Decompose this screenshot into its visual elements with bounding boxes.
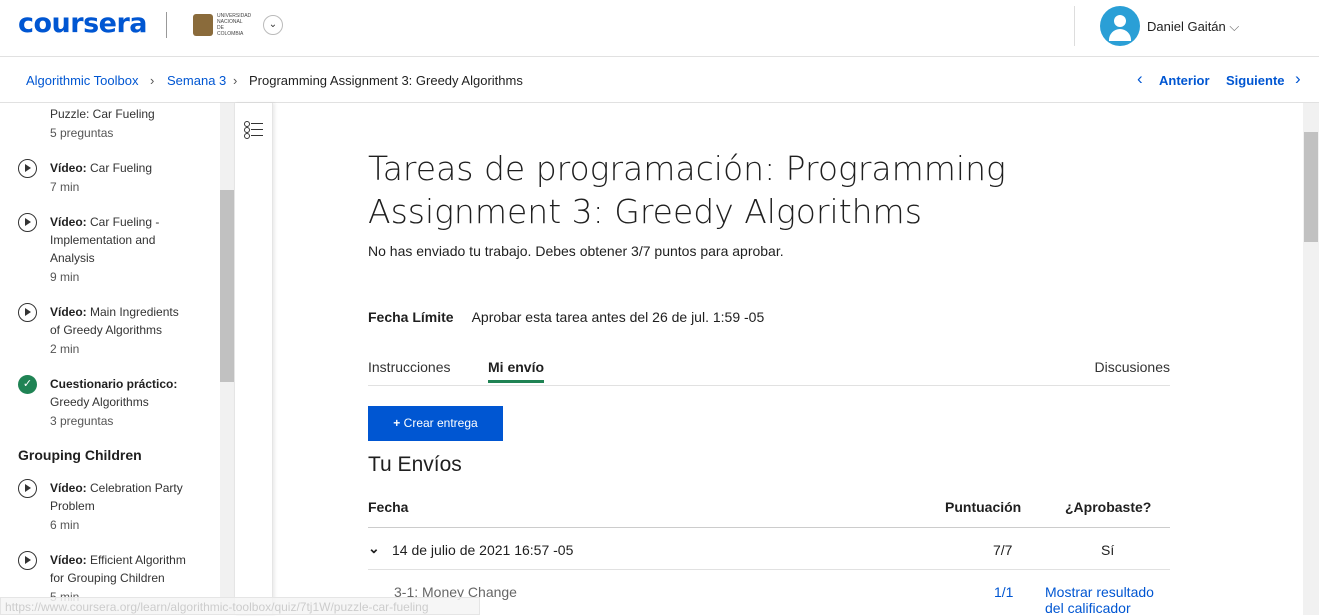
- chevron-down-icon[interactable]: ⌄: [368, 540, 380, 557]
- breadcrumb: Algorithmic Toolbox › Semana 3 › Program…: [0, 57, 1319, 103]
- tab-instrucciones[interactable]: Instrucciones: [368, 359, 450, 375]
- breadcrumb-course[interactable]: Algorithmic Toolbox: [26, 73, 138, 88]
- row-passed: Sí: [1101, 542, 1115, 558]
- table-header: Fecha Puntuación ¿Aprobaste?: [368, 499, 1170, 528]
- column-passed: ¿Aprobaste?: [1065, 499, 1152, 515]
- chevron-right-icon[interactable]: ›: [1295, 69, 1301, 89]
- status-text: No has enviado tu trabajo. Debes obtener…: [368, 243, 784, 259]
- column-date: Fecha: [368, 499, 409, 515]
- prev-button[interactable]: Anterior: [1159, 73, 1210, 88]
- user-name: Daniel Gaitán: [1147, 19, 1226, 34]
- item-meta: 5 preguntas: [50, 126, 114, 140]
- item-meta: 9 min: [50, 270, 80, 284]
- play-icon: [18, 213, 37, 232]
- page-title: Tareas de programación: Programming Assi…: [368, 149, 1006, 231]
- chevron-left-icon[interactable]: ‹: [1137, 69, 1143, 89]
- user-menu[interactable]: Daniel Gaitán ⌵: [1147, 19, 1239, 35]
- item-title: Car Fueling: [86, 161, 153, 175]
- table-subrow: 3-1: Money Change 1/1 Mostrar resultado …: [368, 570, 1170, 616]
- tabs: Instrucciones Mi envío Discusiones: [368, 353, 1170, 386]
- submissions-title: Tu Envíos: [368, 453, 462, 476]
- button-label: Crear entrega: [403, 416, 478, 430]
- chevron-down-icon[interactable]: ⌄: [263, 15, 283, 35]
- item-meta: 2 min: [50, 342, 80, 356]
- play-icon: [18, 479, 37, 498]
- crest-icon: [193, 14, 213, 36]
- list-icon[interactable]: [244, 121, 264, 139]
- tab-discusiones[interactable]: Discusiones: [1095, 359, 1170, 375]
- item-meta: 7 min: [50, 180, 80, 194]
- divider: [1074, 6, 1075, 46]
- university-name: UNIVERSIDAD NACIONAL DE COLOMBIA: [217, 13, 252, 37]
- sidebar-item[interactable]: Vídeo: Celebration Party Problem 6 min: [18, 479, 218, 535]
- create-submission-button[interactable]: + Crear entrega: [368, 406, 503, 441]
- check-icon: ✓: [18, 375, 37, 394]
- sidebar-item[interactable]: Puzzle: Car Fueling 5 preguntas: [18, 105, 218, 143]
- play-icon: [18, 303, 37, 322]
- sidebar-scrollbar-thumb[interactable]: [220, 190, 234, 382]
- item-meta: 6 min: [50, 518, 80, 532]
- breadcrumb-current: Programming Assignment 3: Greedy Algorit…: [249, 73, 523, 88]
- deadline: Fecha Límite Aprobar esta tarea antes del…: [368, 309, 764, 325]
- sidebar-item[interactable]: ✓ Cuestionario práctico: Greedy Algorithm…: [18, 375, 218, 431]
- university-logo[interactable]: UNIVERSIDAD NACIONAL DE COLOMBIA: [193, 13, 252, 37]
- item-title: Puzzle: Car Fueling: [50, 107, 155, 121]
- column-score: Puntuación: [945, 499, 1022, 515]
- sidebar-item[interactable]: Vídeo: Main Ingredients of Greedy Algori…: [18, 303, 218, 359]
- deadline-value: Aprobar esta tarea antes del 26 de jul. …: [471, 309, 765, 325]
- item-type: Vídeo:: [50, 161, 87, 175]
- subrow-score: 1/1: [994, 584, 1014, 600]
- next-button[interactable]: Siguiente: [1226, 73, 1285, 88]
- divider: [166, 12, 167, 38]
- table-row[interactable]: ⌄ 14 de julio de 2021 16:57 -05 7/7 Sí: [368, 528, 1170, 570]
- plus-icon: +: [393, 416, 401, 430]
- play-icon: [18, 159, 37, 178]
- item-type: Cuestionario práctico:: [50, 377, 178, 391]
- breadcrumb-week[interactable]: Semana 3: [167, 73, 226, 88]
- item-type: Vídeo:: [50, 553, 87, 567]
- play-icon: [18, 551, 37, 570]
- course-sidebar: Puzzle: Car Fueling 5 preguntas Vídeo: Ca…: [0, 103, 220, 615]
- outline-toggle[interactable]: [234, 103, 273, 615]
- deadline-label: Fecha Límite: [368, 309, 454, 325]
- row-date: 14 de julio de 2021 16:57 -05: [392, 542, 574, 558]
- item-title: Greedy Algorithms: [50, 395, 149, 409]
- coursera-logo[interactable]: coursera: [18, 8, 148, 39]
- item-meta: 3 preguntas: [50, 414, 114, 428]
- tab-mi-envio[interactable]: Mi envío: [488, 359, 545, 383]
- sidebar-item[interactable]: Vídeo: Car Fueling 7 min: [18, 159, 218, 197]
- item-type: Vídeo:: [50, 481, 87, 495]
- chevron-right-icon: ›: [233, 73, 238, 88]
- link-status-bar: https://www.coursera.org/learn/algorithm…: [0, 597, 480, 615]
- show-grader-output-link[interactable]: Mostrar resultado del calificador: [1045, 584, 1170, 616]
- item-type: Vídeo:: [50, 215, 87, 229]
- top-header: coursera UNIVERSIDAD NACIONAL DE COLOMBI…: [0, 0, 1319, 57]
- row-score: 7/7: [993, 542, 1013, 558]
- page-scrollbar-thumb[interactable]: [1304, 132, 1318, 242]
- section-title: Grouping Children: [18, 447, 142, 463]
- sidebar-item[interactable]: Vídeo: Car Fueling - Implementation and …: [18, 213, 218, 287]
- chevron-down-icon: ⌵: [1229, 19, 1240, 34]
- item-type: Vídeo:: [50, 305, 87, 319]
- chevron-right-icon: ›: [150, 73, 155, 88]
- avatar[interactable]: [1100, 6, 1140, 46]
